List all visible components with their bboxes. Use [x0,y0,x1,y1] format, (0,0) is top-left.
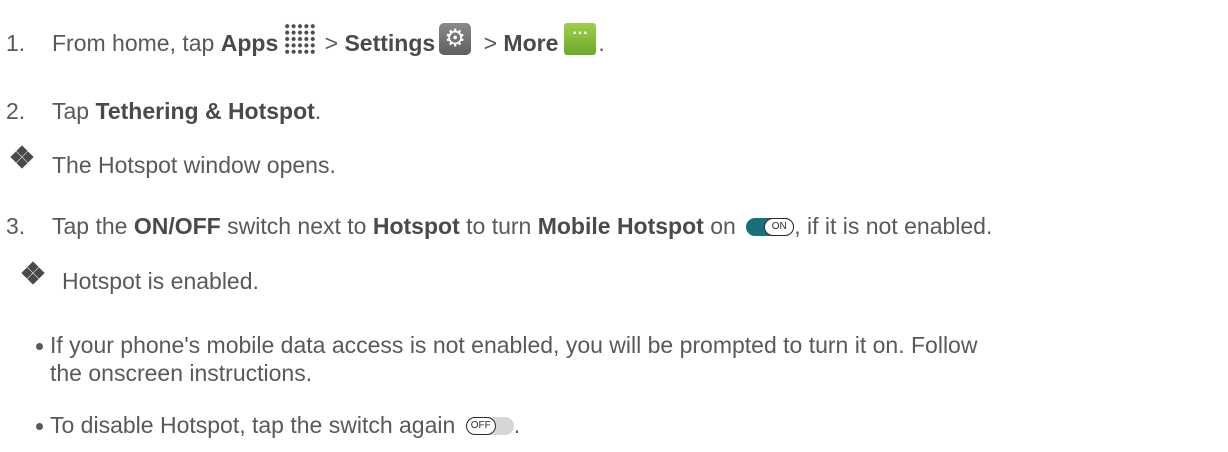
hotspot-label: Hotspot [372,213,460,239]
apps-label: Apps [220,30,279,56]
sub-bullet-text: If your phone's mobile data access is no… [50,332,978,358]
bullet-dot [36,343,43,350]
apps-grid-icon [284,22,317,55]
diamond-bullet-icon [21,261,45,286]
on-off-label: ON/OFF [133,213,221,239]
toggle-label: OFF [465,416,496,435]
step-number: 1. [6,30,26,56]
result-text: The Hotspot window opens. [52,152,336,178]
settings-label: Settings [344,30,436,56]
mobile-hotspot-label: Mobile Hotspot [537,213,704,239]
bullet-dot [36,423,43,430]
more-dots-icon: ··· [564,22,597,55]
more-label: More [503,30,559,56]
toggle-off-icon: OFF [465,416,514,435]
toggle-on-icon: ON [746,217,795,236]
tethering-hotspot-label: Tethering & Hotspot [95,98,315,124]
step-text: Tap the ON/OFF switch next to Hotspot to… [52,213,993,239]
step-number: 3. [6,213,26,239]
step-text: Tap Tethering & Hotspot. [52,98,322,124]
settings-gear-icon: ⚙ [439,22,472,55]
diamond-bullet-icon [10,145,34,170]
sub-bullet-text: To disable Hotspot, tap the switch again… [50,412,521,438]
sub-bullet-text: the onscreen instructions. [50,360,313,386]
toggle-label: ON [764,217,795,236]
result-text: Hotspot is enabled. [62,268,259,294]
step-text: From home, tap Apps > Settings ⚙ > More ··… [52,22,605,56]
step-number: 2. [6,98,26,124]
